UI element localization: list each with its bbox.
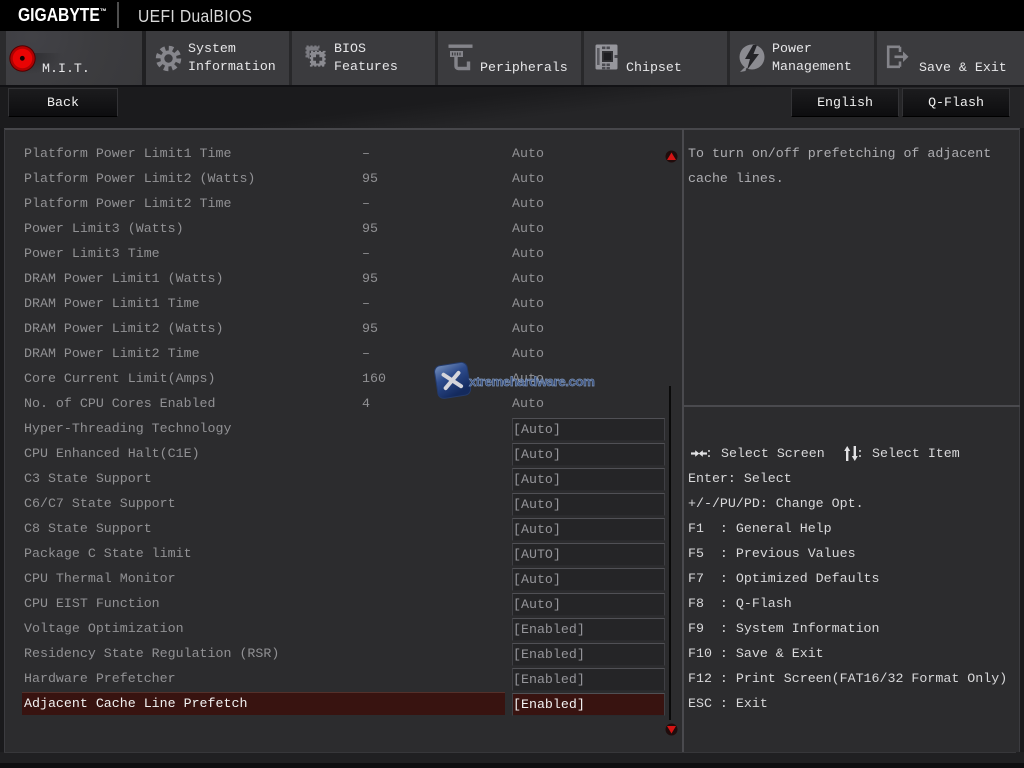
svg-text:xtremehardware.com: xtremehardware.com [469, 374, 594, 389]
